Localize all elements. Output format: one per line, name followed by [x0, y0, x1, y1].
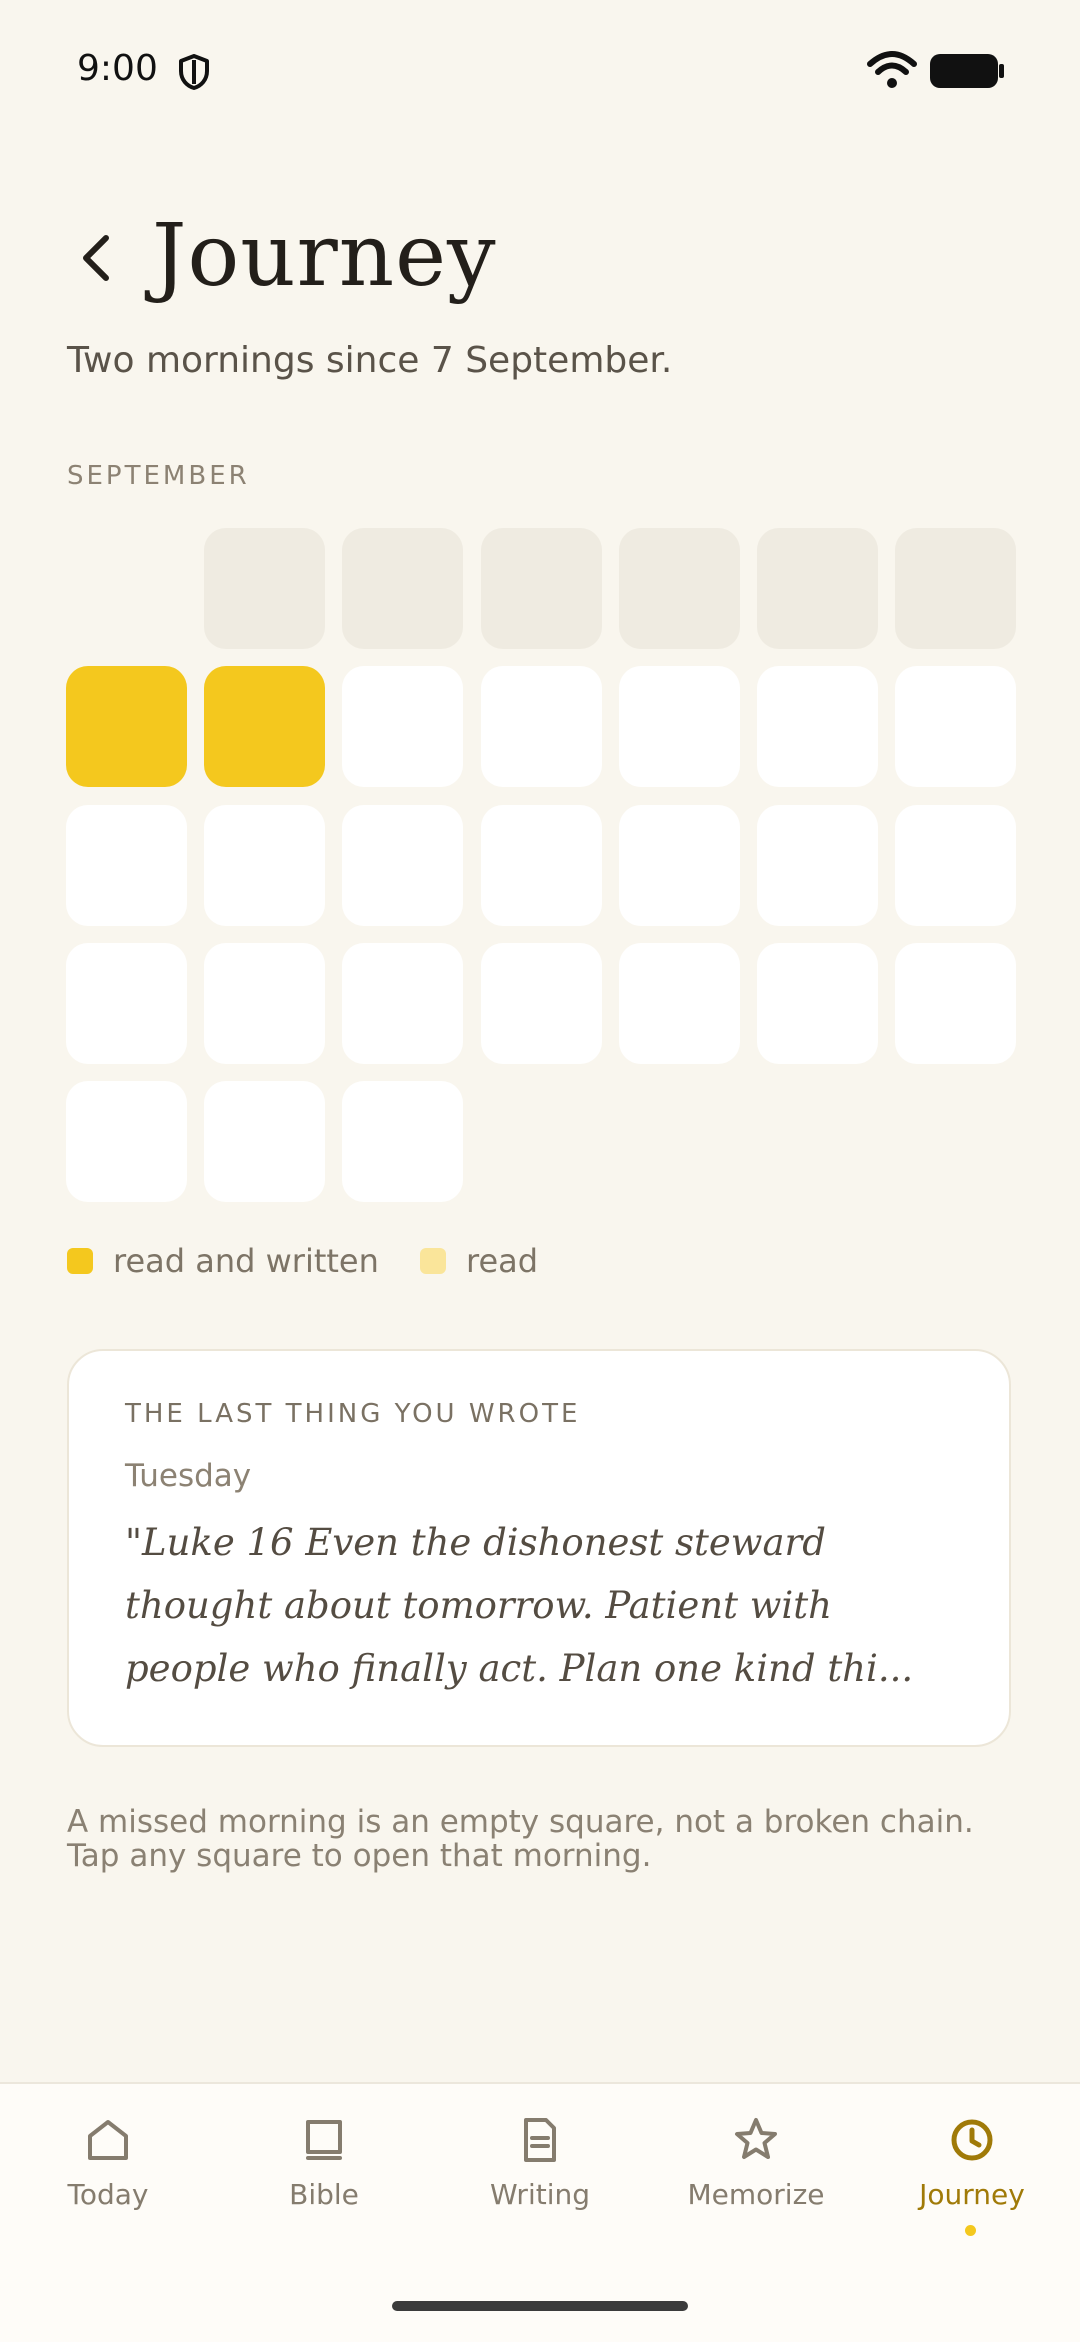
status-bar: 9:00: [0, 0, 1080, 140]
calendar-day[interactable]: [757, 942, 878, 1064]
home-indicator[interactable]: [392, 2301, 688, 2311]
calendar-day[interactable]: [618, 804, 740, 926]
calendar-day[interactable]: [480, 666, 602, 788]
nav-label: Today: [67, 2178, 149, 2211]
document-icon: [524, 2118, 556, 2162]
legend-item-read: read: [420, 1242, 539, 1280]
wifi-icon: [867, 51, 917, 88]
entry-day: Tuesday: [125, 1458, 252, 1494]
shield-icon: [179, 54, 209, 90]
calendar-day[interactable]: [342, 1081, 464, 1203]
calendar-day[interactable]: [757, 666, 878, 788]
footnote-line: A missed morning is an empty square, not…: [67, 1804, 974, 1840]
calendar-padding-cell: [204, 528, 326, 649]
calendar-day-completed[interactable]: [66, 666, 187, 788]
status-time: 9:00: [77, 48, 158, 89]
month-label: SEPTEMBER: [67, 461, 250, 491]
legend-label: read and written: [113, 1242, 379, 1280]
calendar-day[interactable]: [204, 804, 326, 926]
calendar-padding-cell: [618, 528, 740, 649]
nav-writing[interactable]: Writing: [432, 2114, 648, 2254]
nav-label: Bible: [289, 2178, 359, 2211]
battery-icon: [930, 54, 1004, 88]
legend-swatch: [67, 1248, 93, 1274]
home-icon: [88, 2120, 128, 2160]
page-title: Journey: [152, 206, 497, 306]
calendar-day[interactable]: [342, 666, 464, 788]
nav-memorize[interactable]: Memorize: [648, 2114, 864, 2254]
nav-bible[interactable]: Bible: [216, 2114, 432, 2254]
back-button[interactable]: [68, 222, 122, 294]
active-indicator-dot: [965, 2225, 976, 2236]
calendar-day[interactable]: [618, 666, 740, 788]
clock-icon: [951, 2119, 993, 2161]
calendar-day[interactable]: [757, 804, 878, 926]
footnote-line: Tap any square to open that morning.: [67, 1838, 652, 1874]
nav-label: Writing: [490, 2178, 590, 2211]
entry-text: "Luke 16 Even the dishonest steward thou…: [125, 1521, 914, 1690]
calendar-day[interactable]: [895, 804, 1017, 926]
calendar-day[interactable]: [66, 1081, 187, 1203]
calendar-day[interactable]: [204, 1081, 326, 1203]
legend-item-read-and-written: read and written: [67, 1242, 379, 1280]
nav-today[interactable]: Today: [0, 2114, 216, 2254]
calendar-day[interactable]: [480, 942, 602, 1064]
book-icon: [306, 2120, 342, 2160]
nav-label: Memorize: [687, 2178, 825, 2211]
nav-label: Journey: [919, 2178, 1025, 2211]
calendar-day[interactable]: [895, 942, 1017, 1064]
last-entry-card[interactable]: THE LAST THING YOU WROTE Tuesday "Luke 1…: [67, 1349, 1011, 1747]
chevron-left-icon: [83, 235, 109, 281]
calendar-padding-cell: [342, 528, 464, 649]
calendar-day[interactable]: [618, 942, 740, 1064]
calendar-day[interactable]: [66, 804, 187, 926]
calendar-padding-cell: [480, 528, 602, 649]
calendar-day[interactable]: [342, 804, 464, 926]
card-heading: THE LAST THING YOU WROTE: [125, 1399, 581, 1429]
legend-label: read: [466, 1242, 539, 1280]
calendar-day[interactable]: [66, 942, 187, 1064]
calendar-day[interactable]: [480, 804, 602, 926]
calendar-padding-cell: [895, 528, 1017, 649]
calendar-day[interactable]: [895, 666, 1017, 788]
calendar-day[interactable]: [342, 942, 464, 1064]
page-subtitle: Two mornings since 7 September.: [67, 340, 673, 381]
legend-swatch: [420, 1248, 446, 1274]
star-icon: [735, 2118, 777, 2159]
calendar-padding-cell: [757, 528, 878, 649]
calendar-day-completed[interactable]: [204, 666, 326, 788]
calendar-day[interactable]: [204, 942, 326, 1064]
footnote: A missed morning is an empty square, not…: [67, 1805, 1027, 1873]
